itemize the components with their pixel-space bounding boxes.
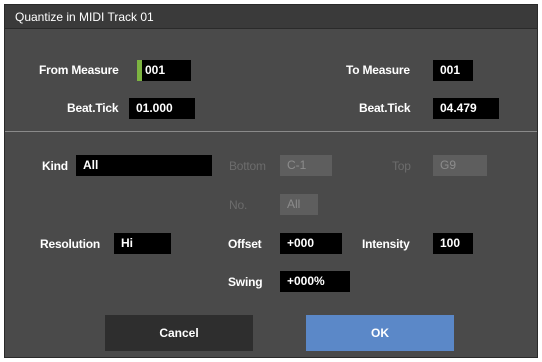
swing-label: Swing — [228, 275, 263, 289]
note-number-field: All — [280, 194, 318, 215]
offset-field[interactable]: +000 — [280, 233, 342, 254]
to-measure-field[interactable]: 001 — [433, 60, 473, 81]
offset-label: Offset — [228, 237, 262, 251]
from-beat-tick-label: Beat.Tick — [67, 101, 119, 115]
to-measure-label: To Measure — [346, 63, 410, 77]
from-measure-field[interactable]: 001 — [137, 60, 191, 81]
resolution-label: Resolution — [40, 237, 100, 251]
to-beat-tick-field[interactable]: 04.479 — [433, 98, 499, 119]
kind-field[interactable]: All — [76, 155, 212, 176]
from-measure-label: From Measure — [39, 63, 119, 77]
note-number-label: No. — [229, 198, 248, 212]
section-divider — [5, 131, 537, 132]
cancel-button[interactable]: Cancel — [105, 315, 253, 351]
dialog-titlebar: Quantize in MIDI Track 01 — [5, 5, 537, 29]
top-field: G9 — [433, 155, 487, 176]
top-label: Top — [392, 159, 411, 173]
bottom-field: C-1 — [280, 155, 332, 176]
to-beat-tick-label: Beat.Tick — [359, 101, 411, 115]
ok-button[interactable]: OK — [306, 315, 454, 351]
intensity-label: Intensity — [362, 237, 410, 251]
resolution-field[interactable]: Hi — [114, 233, 171, 254]
from-beat-tick-field[interactable]: 01.000 — [129, 98, 195, 119]
intensity-field[interactable]: 100 — [433, 233, 473, 254]
kind-label: Kind — [42, 159, 68, 173]
bottom-label: Bottom — [229, 159, 266, 173]
dialog-title: Quantize in MIDI Track 01 — [15, 10, 154, 24]
quantize-dialog: Quantize in MIDI Track 01 From Measure 0… — [4, 4, 538, 358]
swing-field[interactable]: +000% — [280, 271, 350, 292]
